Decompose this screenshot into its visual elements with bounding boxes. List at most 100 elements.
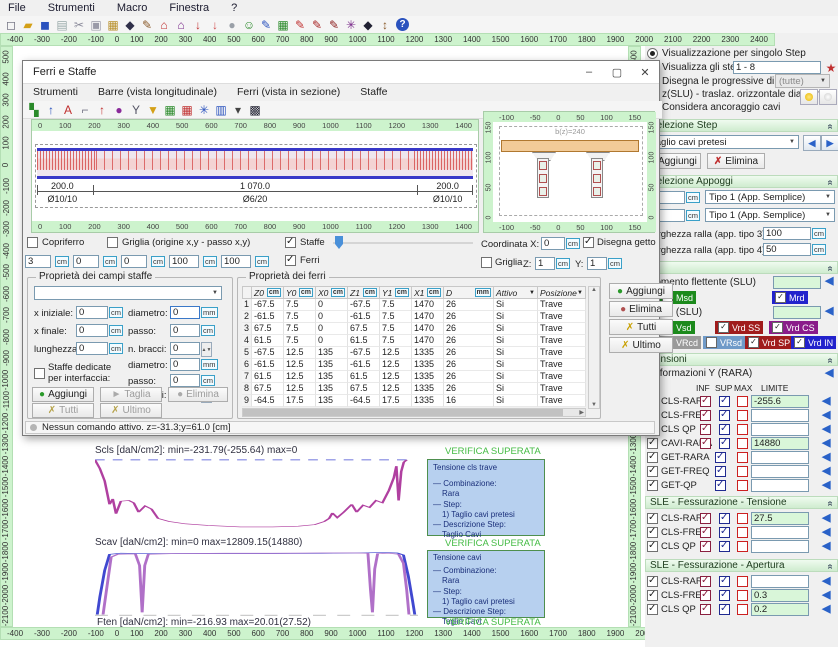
longitudinal-view[interactable]: 0100200300400500600700800900100011001200… xyxy=(31,119,479,233)
col-posizione[interactable]: Posizione▼ xyxy=(538,286,586,299)
anchorage-check[interactable]: Considera ancoraggio cavi xyxy=(647,102,780,113)
series-toggle-mrd[interactable]: ✓Mrd xyxy=(772,291,808,304)
import-red-alt-icon[interactable]: ↓ xyxy=(207,17,223,33)
checkbox[interactable] xyxy=(481,257,492,268)
table-row[interactable]: 5-67.512.5135-67.512.5133526SiTrave xyxy=(242,347,586,359)
limit-input[interactable] xyxy=(751,479,809,492)
table-vscrollbar[interactable]: ▲▼ xyxy=(588,286,600,409)
support1-type-select[interactable]: Tipo 1 (App. Semplice)▼ xyxy=(705,190,835,204)
checkbox[interactable] xyxy=(706,337,717,348)
table-row[interactable]: 367.57.5067.57.5147026SiTrave xyxy=(242,323,586,335)
checkbox[interactable] xyxy=(700,527,711,538)
coord-x-input[interactable]: 0 xyxy=(541,237,565,250)
table-row[interactable]: 761.512.513561.512.5133526SiTrave xyxy=(242,371,586,383)
slider-thumb[interactable] xyxy=(335,236,343,249)
dedicated-checkbox[interactable] xyxy=(34,368,45,379)
series-toggle-vrd-in[interactable]: ✓Vrd IN xyxy=(791,336,836,349)
checkbox[interactable] xyxy=(737,576,748,587)
legs-stepper[interactable]: ▲▼ xyxy=(201,342,212,357)
gear-purple-icon[interactable]: ✳ xyxy=(343,17,359,33)
staffe-delete-button[interactable]: ●Elimina xyxy=(168,387,228,402)
import-red-icon[interactable]: ↓ xyxy=(190,17,206,33)
checkbox[interactable] xyxy=(719,410,730,421)
steps-range-input[interactable]: 1 - 8 xyxy=(733,61,821,74)
dialog-menu-item[interactable]: Barre (vista longitudinale) xyxy=(98,86,217,98)
cut-icon[interactable]: ✂ xyxy=(71,17,87,33)
house-purple-icon[interactable]: ⌂ xyxy=(173,17,189,33)
dialog-menu-item[interactable]: Ferri (vista in sezione) xyxy=(237,86,340,98)
checkbox[interactable] xyxy=(737,513,748,524)
checkbox[interactable] xyxy=(719,424,730,435)
apply-limit-button[interactable]: ◀ xyxy=(822,451,830,464)
staffe-add-button[interactable]: ●Aggiungi xyxy=(32,387,94,402)
draw-cast-check[interactable]: Disegna getto xyxy=(583,237,656,248)
font-icon[interactable]: A xyxy=(60,102,76,118)
checkbox[interactable] xyxy=(719,604,730,615)
checkbox[interactable] xyxy=(715,452,726,463)
section-tensions-header[interactable]: Tensioni« xyxy=(645,353,838,366)
pencil-red-icon[interactable]: ✎ xyxy=(292,17,308,33)
help-icon[interactable]: ? xyxy=(396,18,409,31)
copriferro-input[interactable]: 3 xyxy=(25,255,51,268)
diameter2-input[interactable]: 0 xyxy=(170,358,200,371)
table-hscrollbar[interactable]: ▶ xyxy=(242,408,586,417)
apply-limit-button[interactable]: ◀ xyxy=(822,437,830,450)
section-view[interactable]: -100-50050100150 -100-50050100150 150100… xyxy=(483,111,655,233)
apply-limit-button[interactable]: ◀ xyxy=(822,603,830,616)
grid-step-y-input[interactable]: 100 xyxy=(221,255,251,268)
table-row[interactable]: 6-61.512.5135-61.512.5133526SiTrave xyxy=(242,359,586,371)
limit-input[interactable] xyxy=(751,423,809,436)
section-sle-tension-header[interactable]: SLE - Fessurazione - Tensione« xyxy=(645,496,838,509)
table-row[interactable]: 1-67.57.50-67.57.5147026SiTrave xyxy=(242,299,586,311)
collapse-icon[interactable]: « xyxy=(825,564,836,570)
wizard-icon[interactable]: ✎ xyxy=(139,17,155,33)
checkbox[interactable] xyxy=(719,438,730,449)
menu-item[interactable]: ? xyxy=(231,2,237,14)
new-file-icon[interactable]: ◻ xyxy=(3,17,19,33)
collapse-icon[interactable]: « xyxy=(825,358,836,364)
ferri-last-button[interactable]: ✗Ultimo xyxy=(609,337,673,353)
apply-limit-button[interactable]: ◀ xyxy=(822,465,830,478)
remove-step-button[interactable]: ✗Elimina xyxy=(707,153,765,169)
checkbox[interactable] xyxy=(700,541,711,552)
copriferro-check[interactable]: Copriferro xyxy=(27,237,84,248)
moment-apply-button[interactable]: ◀ xyxy=(825,275,833,288)
prev-step-button[interactable]: ◀ xyxy=(803,135,821,151)
checkbox[interactable] xyxy=(700,424,711,435)
point-purple-icon[interactable]: ● xyxy=(111,102,127,118)
collapse-icon[interactable]: « xyxy=(825,266,836,272)
sphere-icon[interactable]: ● xyxy=(224,17,240,33)
checkbox[interactable]: ✓ xyxy=(794,337,805,348)
limit-input[interactable] xyxy=(751,451,809,464)
hourglass-icon[interactable]: ◆ xyxy=(122,17,138,33)
checkbox[interactable] xyxy=(737,424,748,435)
support2-type-select[interactable]: Tipo 1 (App. Semplice)▼ xyxy=(705,208,835,222)
checkbox[interactable]: ✓ xyxy=(748,337,759,348)
next-step-button[interactable]: ▶ xyxy=(821,135,838,151)
length-input[interactable]: 0 xyxy=(76,342,108,355)
layout-dropdown-icon[interactable]: ▾ xyxy=(230,102,246,118)
radio-single-step[interactable]: Visualizzazione per singolo Step xyxy=(647,48,806,59)
staffe-check[interactable]: Staffe xyxy=(285,237,325,248)
menu-item[interactable]: Strumenti xyxy=(48,2,95,14)
col-x0[interactable]: X0cm xyxy=(316,286,348,299)
collapse-icon[interactable]: « xyxy=(825,501,836,507)
table-row[interactable]: 867.512.513567.512.5133526SiTrave xyxy=(242,383,586,395)
series-toggle-vrd-ss[interactable]: ✓Vrd SS xyxy=(715,321,763,334)
checkbox[interactable] xyxy=(647,576,658,587)
radio-icon[interactable] xyxy=(647,48,658,59)
apply-limit-button[interactable]: ◀ xyxy=(822,589,830,602)
limit-input[interactable] xyxy=(751,575,809,588)
staffe-cut-button[interactable]: ►Taglia xyxy=(100,387,162,402)
checkbox[interactable] xyxy=(719,396,730,407)
collapse-icon[interactable]: « xyxy=(825,124,836,130)
staffe-last-button[interactable]: ✗Ultimo xyxy=(100,403,162,418)
grid-check-icon[interactable]: ▦ xyxy=(162,102,178,118)
griglia-check[interactable]: Griglia (origine x,y - passo x,y) xyxy=(107,237,250,248)
checkbox[interactable] xyxy=(719,527,730,538)
brush-red-icon[interactable]: ✎ xyxy=(309,17,325,33)
layout-icon[interactable]: ▥ xyxy=(213,102,229,118)
moment-scale-input[interactable] xyxy=(773,276,821,289)
checkbox[interactable] xyxy=(583,237,594,248)
menu-item[interactable]: Macro xyxy=(117,2,148,14)
